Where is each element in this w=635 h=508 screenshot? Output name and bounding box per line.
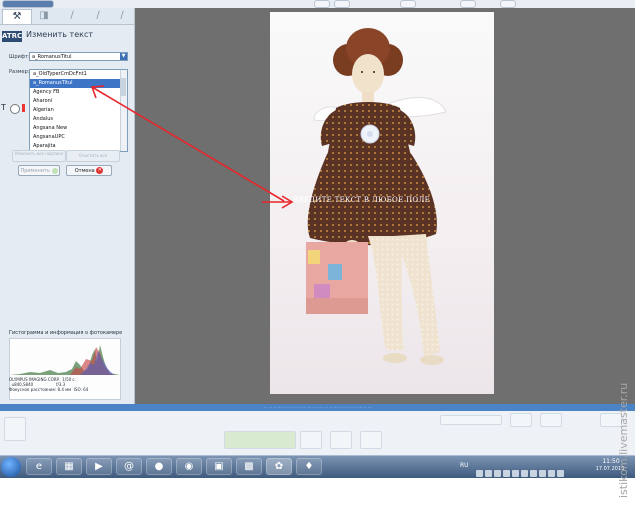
tray-icon: [521, 470, 528, 477]
share-icon[interactable]: [330, 431, 352, 449]
photo-gallery-icon[interactable]: ✿: [266, 458, 292, 475]
firefox-icon[interactable]: ●: [146, 458, 172, 475]
save-button[interactable]: [224, 431, 296, 449]
thumbnail[interactable]: [4, 417, 26, 441]
watermark: istikom.livemaster.ru: [617, 382, 630, 498]
windows-taskbar: e ▦ ▶ @ ● ◉ ▣ ▩ ✿ ♦ RU 11:50 17.07.2013: [0, 455, 635, 478]
export-icon[interactable]: [360, 431, 382, 449]
location-icon[interactable]: [540, 413, 562, 427]
tray-icon: [548, 470, 555, 477]
print-icon[interactable]: [300, 431, 322, 449]
language-indicator[interactable]: RU: [460, 462, 469, 469]
game-icon[interactable]: ♦: [296, 458, 322, 475]
status-info: · · · · · · · · · · · · · · · · · · · · …: [263, 405, 372, 410]
windows-start-icon[interactable]: [1, 457, 21, 477]
zoom-slider[interactable]: [440, 415, 502, 425]
tray-icon: [530, 470, 537, 477]
tray-icon: [539, 470, 546, 477]
status-bar: · · · · · · · · · · · · · · · · · · · · …: [0, 404, 635, 411]
window-icon[interactable]: ▣: [206, 458, 232, 475]
system-tray[interactable]: [476, 462, 586, 477]
tray-icon: [557, 470, 564, 477]
folder-icon[interactable]: ▦: [56, 458, 82, 475]
tray-icon: [512, 470, 519, 477]
mail-icon[interactable]: @: [116, 458, 142, 475]
image-viewer-icon[interactable]: ▩: [236, 458, 262, 475]
tray-icon: [476, 470, 483, 477]
tray-icon: [494, 470, 501, 477]
tray-icon: [485, 470, 492, 477]
ie-icon[interactable]: e: [26, 458, 52, 475]
media-player-icon[interactable]: ▶: [86, 458, 112, 475]
chrome-icon[interactable]: ◉: [176, 458, 202, 475]
tray-icon: [503, 470, 510, 477]
bottom-toolbar: [0, 411, 635, 455]
people-icon[interactable]: [510, 413, 532, 427]
